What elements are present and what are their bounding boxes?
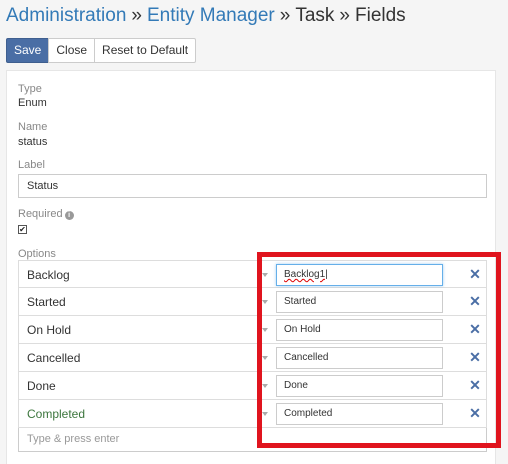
type-label: Type (18, 83, 42, 95)
chevron-down-icon[interactable] (262, 273, 268, 277)
close-icon[interactable]: ✕ (469, 378, 481, 392)
option-row[interactable]: Backlog Backlog1| ✕ (18, 260, 487, 288)
label-label: Label (18, 159, 45, 171)
info-icon[interactable]: i (64, 211, 74, 220)
option-label-input[interactable]: Completed (276, 403, 443, 425)
option-row[interactable]: Cancelled Cancelled ✕ (18, 344, 487, 372)
option-row[interactable]: Done Done ✕ (18, 372, 487, 400)
option-label-text: Backlog1| (284, 269, 328, 280)
option-name: Done (27, 379, 56, 393)
option-label-input[interactable]: Backlog1| (276, 264, 443, 286)
required-label: Required i (18, 208, 74, 221)
label-input[interactable]: Status (18, 174, 487, 198)
field-edit-panel: Type Enum Name status Label Status Requi… (6, 70, 496, 464)
chevron-down-icon[interactable] (262, 328, 268, 332)
chevron-down-icon[interactable] (262, 300, 268, 304)
option-label-input[interactable]: On Hold (276, 319, 443, 341)
breadcrumb-entity-manager-link[interactable]: Entity Manager (147, 5, 275, 26)
close-icon[interactable]: ✕ (469, 322, 481, 336)
close-icon[interactable]: ✕ (469, 350, 481, 364)
breadcrumb-administration-link[interactable]: Administration (6, 5, 126, 26)
toolbar: Save Close Reset to Default (6, 38, 197, 63)
option-label-input[interactable]: Cancelled (276, 347, 443, 369)
breadcrumb-separator: » (279, 5, 291, 26)
chevron-down-icon[interactable] (262, 356, 268, 360)
breadcrumb-task: Task (295, 5, 335, 26)
option-row[interactable]: On Hold On Hold ✕ (18, 316, 487, 344)
save-button[interactable]: Save (6, 38, 50, 63)
chevron-down-icon[interactable] (262, 412, 268, 416)
option-row[interactable]: Started Started ✕ (18, 288, 487, 316)
breadcrumb: Administration» Entity Manager» Task» Field… (6, 4, 406, 28)
add-option-input[interactable]: Type & press enter (18, 428, 487, 452)
option-name: Cancelled (27, 351, 81, 365)
breadcrumb-separator: » (131, 5, 142, 26)
chevron-down-icon[interactable] (262, 384, 268, 388)
close-icon[interactable]: ✕ (469, 406, 481, 420)
option-name: Completed (27, 407, 86, 421)
option-label-input[interactable]: Started (276, 291, 443, 313)
option-label-input[interactable]: Done (276, 375, 443, 397)
options-list: Backlog Backlog1| ✕ Started Started ✕ On… (18, 260, 487, 452)
reset-to-default-button[interactable]: Reset to Default (94, 38, 197, 63)
option-name: Started (27, 295, 66, 309)
option-row[interactable]: Completed Completed ✕ (18, 400, 487, 428)
type-value: Enum (18, 97, 47, 109)
required-checkbox[interactable]: ✔ (18, 225, 27, 234)
required-label-text: Required (18, 208, 63, 220)
breadcrumb-separator: » (339, 5, 350, 26)
breadcrumb-fields: Fields (355, 5, 406, 26)
name-value: status (18, 136, 48, 148)
option-name: On Hold (27, 323, 72, 337)
close-icon[interactable]: ✕ (469, 267, 481, 281)
name-label: Name (18, 121, 48, 133)
close-button[interactable]: Close (48, 38, 96, 63)
close-icon[interactable]: ✕ (469, 294, 481, 308)
option-name: Backlog (27, 268, 70, 282)
